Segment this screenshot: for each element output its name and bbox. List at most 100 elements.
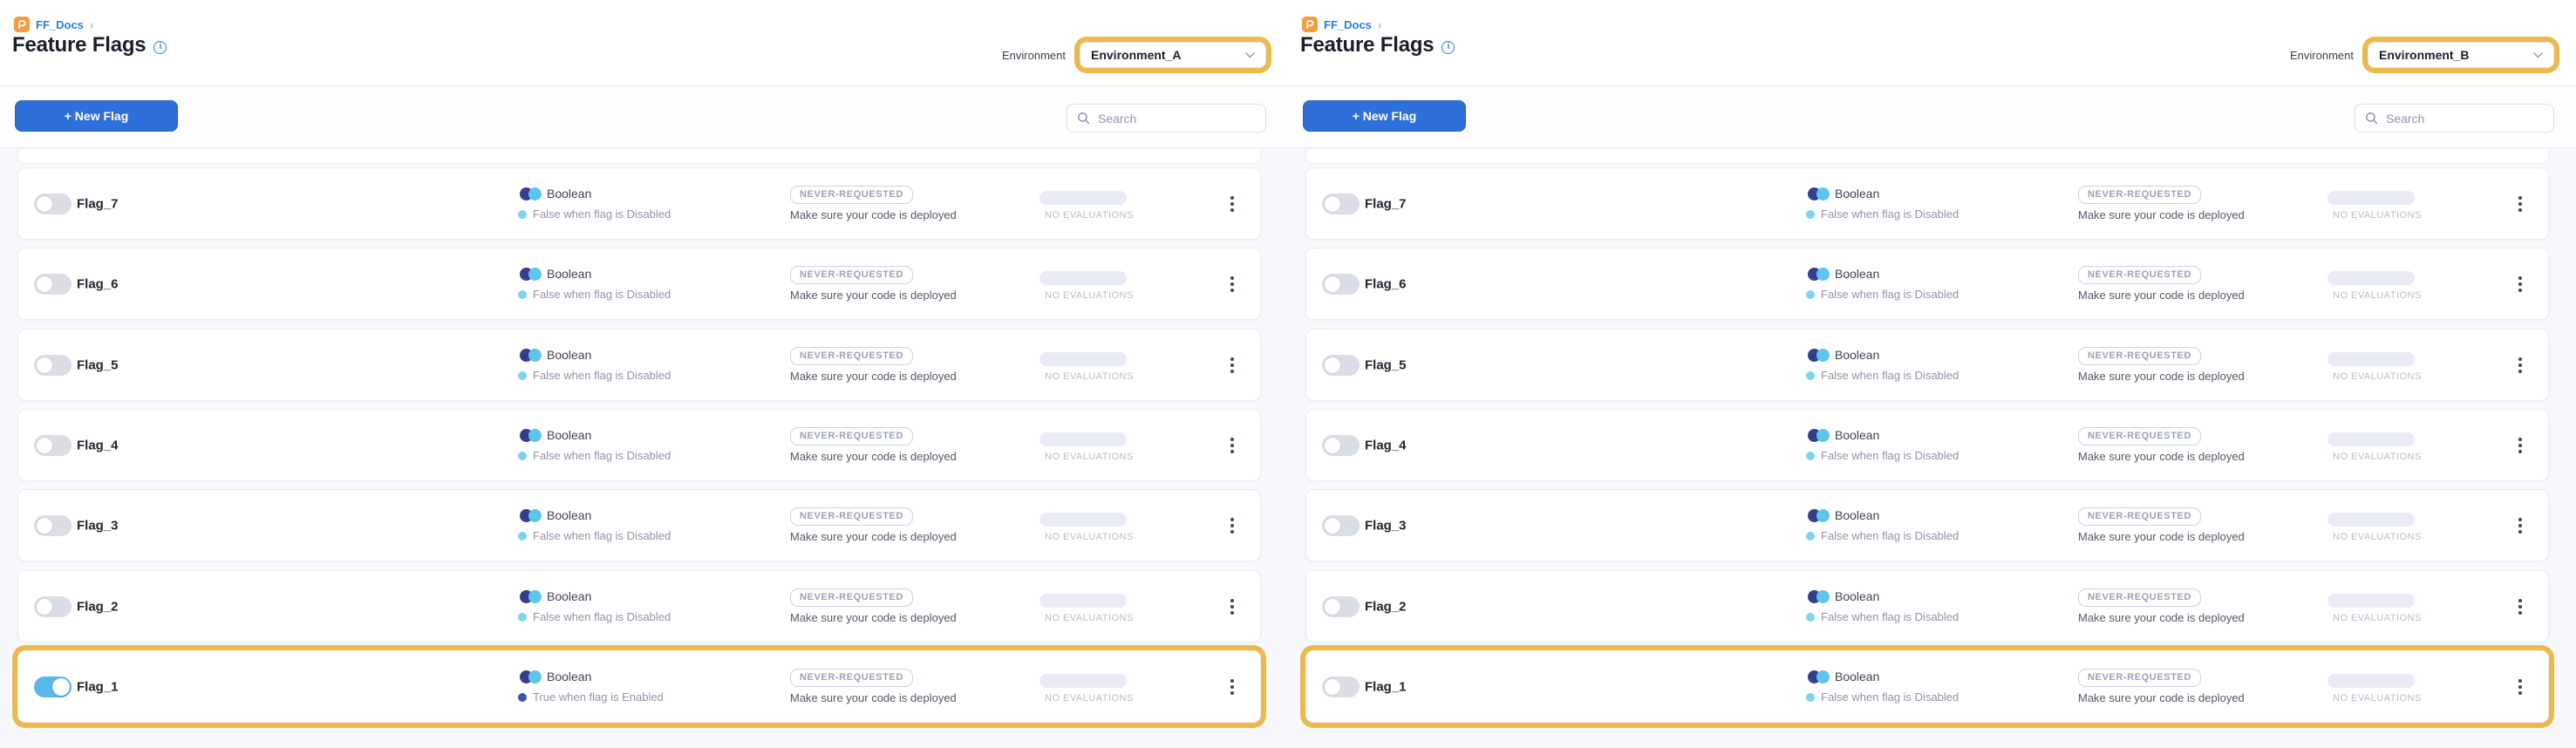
breadcrumb-project-link[interactable]: FF_Docs [1324,18,1372,31]
flag-toggle[interactable] [34,355,72,376]
flag-toggle[interactable] [1322,435,1360,456]
row-menu-button[interactable] [1225,599,1239,615]
flag-toggle[interactable] [1322,274,1360,295]
flag-row[interactable]: Flag_1 Boolean False when flag is Disabl… [1305,650,2549,723]
flag-row[interactable]: Flag_4 Boolean False when flag is Disabl… [17,409,1261,481]
default-rule-text: False when flag is Disabled [1821,207,1959,221]
flag-row[interactable]: Flag_3 Boolean False when flag is Disabl… [1305,489,2549,561]
environment-select[interactable]: Environment_B [2368,42,2554,68]
flag-row[interactable]: Flag_2 Boolean False when flag is Disabl… [1305,570,2549,643]
row-menu-button[interactable] [2513,196,2527,212]
feature-flags-panel: FF_Docs › Feature Flags i Environment En… [1288,0,2576,748]
flag-toggle[interactable] [1322,194,1360,214]
boolean-icon [1816,670,1830,683]
flag-row[interactable]: Flag_7 Boolean False when flag is Disabl… [17,167,1261,240]
default-rule: False when flag is Disabled [1806,207,1959,221]
flag-row[interactable]: Flag_6 Boolean False when flag is Disabl… [1305,248,2549,320]
evaluations-bar [1039,594,1127,608]
flag-toggle[interactable] [34,194,72,214]
row-menu-button[interactable] [1225,196,1239,212]
environment-label: Environment [1002,49,1066,62]
flag-row[interactable]: Flag_6 Boolean False when flag is Disabl… [17,248,1261,320]
evaluations-label: NO EVALUATIONS [1045,290,1134,301]
default-rule: False when flag is Disabled [518,529,671,542]
flag-toggle[interactable] [34,274,72,295]
chevron-down-icon [1245,52,1255,58]
flag-toggle[interactable] [34,435,72,456]
search-input[interactable]: Search [1067,104,1266,133]
status-hint: Make sure your code is deployed [790,208,957,221]
row-menu-button[interactable] [2513,679,2527,695]
breadcrumb-project-link[interactable]: FF_Docs [36,18,84,31]
status-badge: NEVER-REQUESTED [790,266,913,284]
evaluations-label: NO EVALUATIONS [2333,210,2422,221]
evaluations-label: NO EVALUATIONS [1045,613,1134,623]
flag-type-label: Boolean [547,187,591,201]
evaluations-label: NO EVALUATIONS [1045,452,1134,462]
evaluations-bar [1039,432,1127,446]
flag-toggle[interactable] [34,677,72,697]
status-badge: NEVER-REQUESTED [2078,588,2201,607]
row-menu-button[interactable] [1225,357,1239,373]
row-menu-button[interactable] [1225,518,1239,534]
default-rule: False when flag is Disabled [518,449,671,462]
info-icon[interactable]: i [153,41,167,54]
row-menu-button[interactable] [2513,599,2527,615]
evaluations-bar [2327,271,2415,285]
variation-dot-icon [1806,371,1815,380]
row-menu-button[interactable] [2513,518,2527,534]
variation-dot-icon [1806,613,1815,622]
row-menu-button[interactable] [1225,276,1239,292]
flag-row[interactable]: Flag_4 Boolean False when flag is Disabl… [1305,409,2549,481]
row-menu-button[interactable] [2513,438,2527,453]
status-hint: Make sure your code is deployed [790,289,957,302]
flag-type: Boolean [1808,508,1879,522]
evaluations-bar [2327,513,2415,527]
row-menu-button[interactable] [1225,679,1239,695]
status-hint: Make sure your code is deployed [2078,611,2245,624]
toggle-knob [36,275,53,293]
flag-row[interactable]: Flag_7 Boolean False when flag is Disabl… [1305,167,2549,240]
flag-type: Boolean [1808,670,1879,683]
new-flag-button[interactable]: + New Flag [15,100,178,132]
flag-toggle[interactable] [34,515,72,536]
toggle-knob [36,195,53,213]
flag-toggle[interactable] [1322,596,1360,617]
evaluations-label: NO EVALUATIONS [1045,693,1134,704]
evaluations-label: NO EVALUATIONS [1045,210,1134,221]
status-badge: NEVER-REQUESTED [2078,186,2201,204]
row-menu-button[interactable] [2513,357,2527,373]
flag-row[interactable]: Flag_2 Boolean False when flag is Disabl… [17,570,1261,643]
flag-type: Boolean [520,589,591,603]
status-badge: NEVER-REQUESTED [2078,266,2201,284]
info-icon[interactable]: i [1441,41,1455,54]
evaluations-bar [1039,513,1127,527]
flag-toggle[interactable] [1322,355,1360,376]
search-icon [1077,112,1090,125]
flag-name: Flag_3 [77,518,119,533]
flag-name: Flag_4 [77,438,119,452]
flag-row[interactable]: Flag_1 Boolean True when flag is Enabled… [17,650,1261,723]
flag-name: Flag_2 [77,599,119,614]
default-rule: False when flag is Disabled [518,207,671,221]
row-menu-button[interactable] [1225,438,1239,453]
search-placeholder: Search [2386,112,2424,126]
status-hint: Make sure your code is deployed [790,370,957,383]
flag-toggle[interactable] [1322,515,1360,536]
row-menu-button[interactable] [2513,276,2527,292]
flag-name: Flag_2 [1365,599,1407,614]
flag-toggle[interactable] [1322,677,1360,697]
status-hint: Make sure your code is deployed [790,611,957,624]
environment-select[interactable]: Environment_A [1080,42,1266,68]
page-title: Feature Flags [1300,33,1434,58]
search-input[interactable]: Search [2355,104,2554,133]
flag-row[interactable]: Flag_3 Boolean False when flag is Disabl… [17,489,1261,561]
default-rule: False when flag is Disabled [1806,288,1959,301]
status-hint: Make sure your code is deployed [790,450,957,463]
flag-row[interactable]: Flag_5 Boolean False when flag is Disabl… [1305,329,2549,401]
new-flag-button[interactable]: + New Flag [1303,100,1466,132]
default-rule-text: False when flag is Disabled [1821,610,1959,623]
flag-row[interactable]: Flag_5 Boolean False when flag is Disabl… [17,329,1261,401]
toggle-knob [1324,195,1341,213]
flag-toggle[interactable] [34,596,72,617]
